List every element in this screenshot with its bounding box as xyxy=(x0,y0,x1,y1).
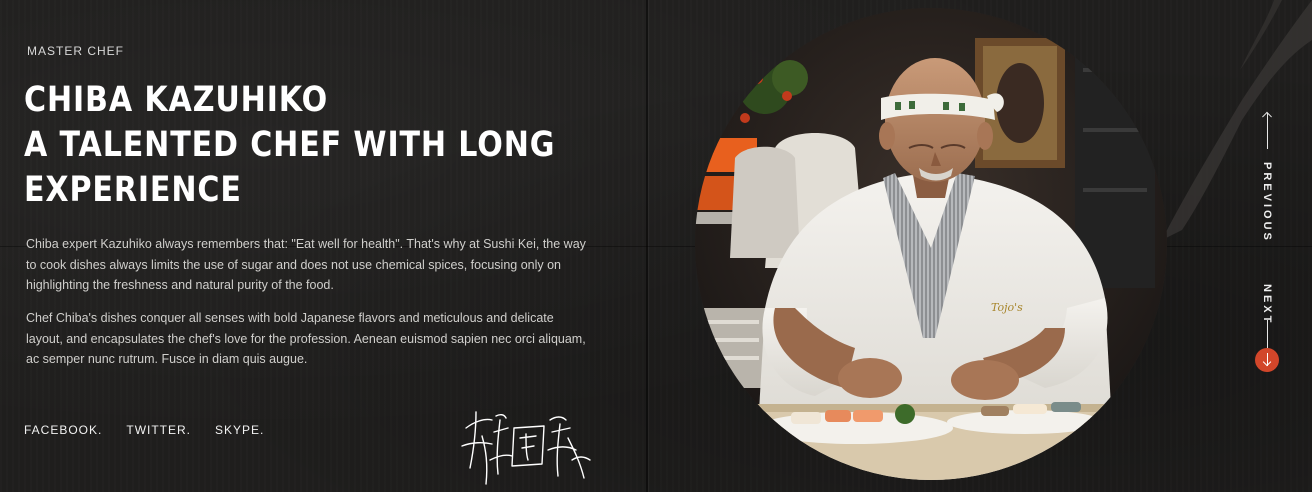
headline-line: CHIBA KAZUHIKO xyxy=(24,80,329,120)
arrow-up-icon[interactable] xyxy=(1267,113,1268,149)
signature-icon xyxy=(461,411,591,485)
chef-photo: Tojo's xyxy=(695,8,1167,480)
detail-paragraph: Chef Chiba's dishes conquer all senses w… xyxy=(26,311,586,366)
twitter-link[interactable]: TWITTER. xyxy=(126,423,191,437)
divider xyxy=(1267,320,1268,348)
social-links: FACEBOOK. TWITTER. SKYPE. xyxy=(24,423,288,437)
headline-line: A TALENTED CHEF WITH LONG xyxy=(24,125,556,165)
svg-text:Tojo's: Tojo's xyxy=(991,301,1023,314)
facebook-link[interactable]: FACEBOOK. xyxy=(24,423,102,437)
intro-paragraph: Chiba expert Kazuhiko always remembers t… xyxy=(26,237,586,292)
headline-line: EXPERIENCE xyxy=(24,170,242,210)
previous-button[interactable]: PREVIOUS xyxy=(1261,162,1273,243)
skype-link[interactable]: SKYPE. xyxy=(215,423,264,437)
page-title: CHIBA KAZUHIKO A TALENTED CHEF WITH LONG… xyxy=(24,78,556,213)
next-button[interactable] xyxy=(1255,348,1279,372)
slider-navigation: PREVIOUS NEXT xyxy=(1248,0,1288,492)
arrow-down-icon xyxy=(1266,353,1268,366)
eyebrow-label: MASTER CHEF xyxy=(27,44,125,58)
